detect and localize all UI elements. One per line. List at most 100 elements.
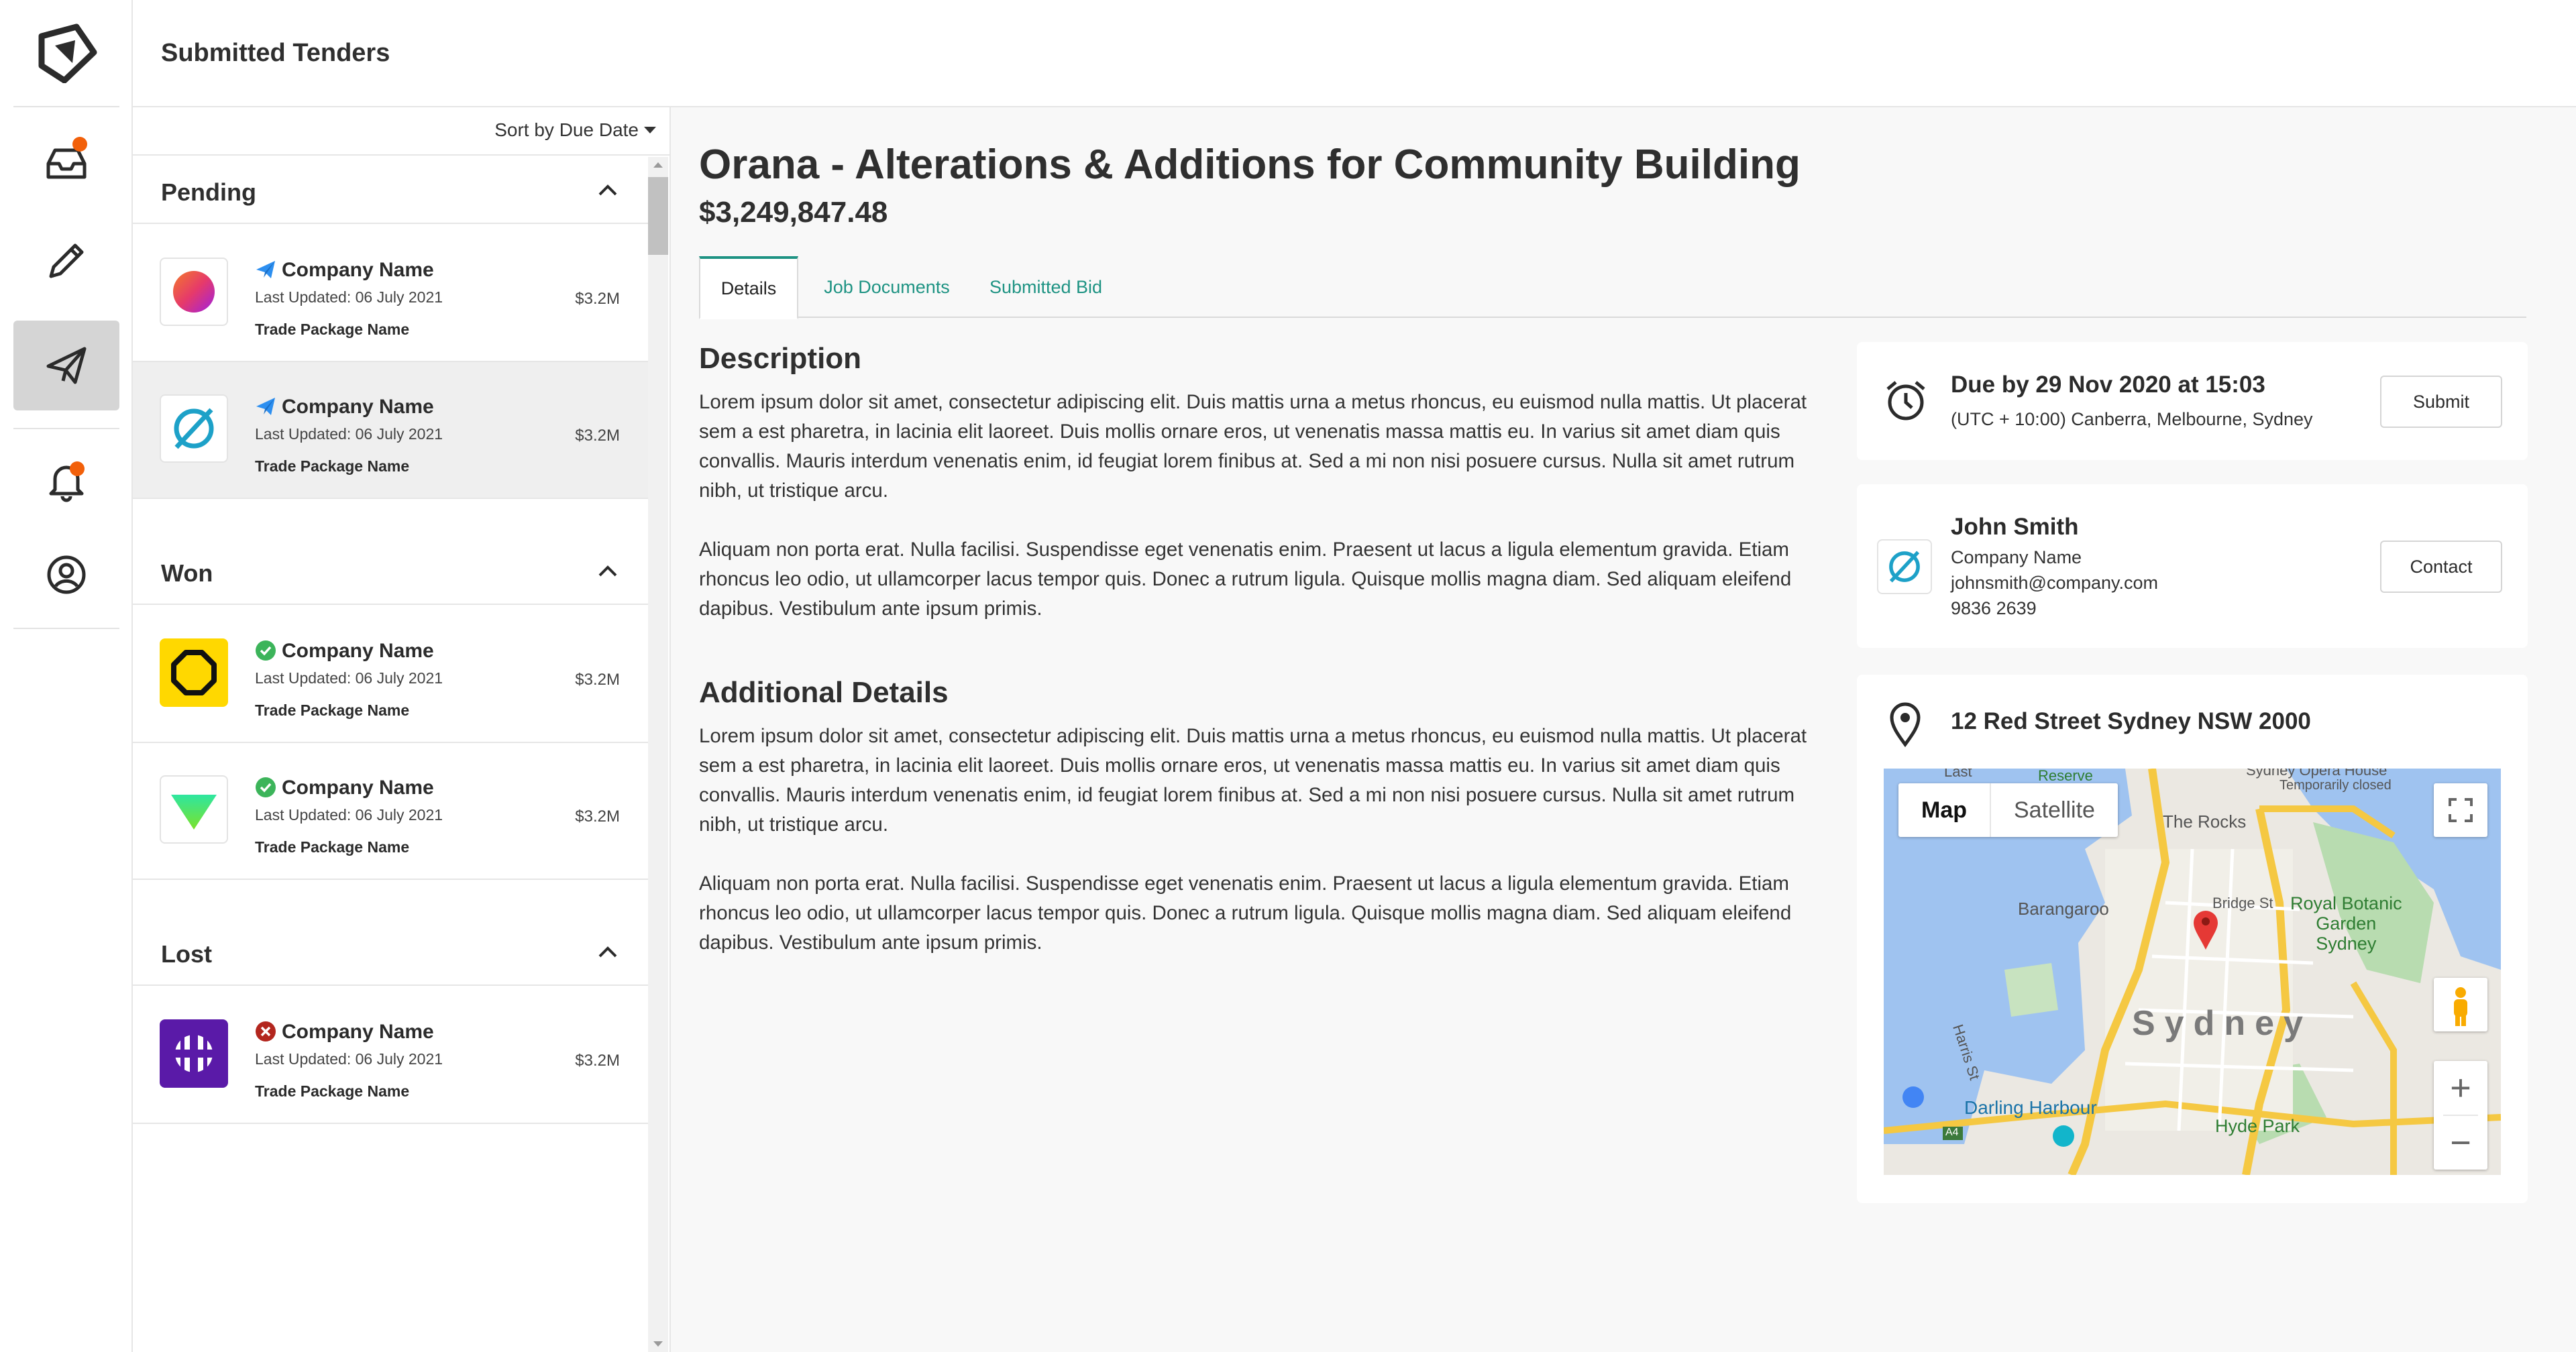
additional-details-heading: Additional Details xyxy=(699,676,949,709)
section-header-won[interactable]: Won xyxy=(133,538,648,605)
nav-account[interactable] xyxy=(13,530,119,620)
map-label: The Rocks xyxy=(2163,811,2247,832)
contact-phone[interactable]: 9836 2639 xyxy=(1951,598,2037,619)
tab-job-documents[interactable]: Job Documents xyxy=(813,256,961,318)
inbox-badge xyxy=(72,137,87,152)
description-heading: Description xyxy=(699,342,862,375)
due-date: Due by 29 Nov 2020 at 15:03 xyxy=(1951,372,2265,398)
empty-set-logo-icon xyxy=(1889,551,1920,583)
submit-button[interactable]: Submit xyxy=(2380,376,2502,428)
zoom-out-button[interactable]: − xyxy=(2434,1116,2487,1170)
map-pin-icon xyxy=(1890,702,1921,747)
trade-package-name: Trade Package Name xyxy=(255,457,410,475)
company-logo xyxy=(160,1019,228,1088)
nav-divider xyxy=(13,628,119,629)
map-label: Temporarily closed xyxy=(2279,778,2392,793)
map-label: Royal Botanic Garden Sydney xyxy=(2290,893,2402,954)
trade-package-name: Trade Package Name xyxy=(255,321,410,338)
due-timezone: (UTC + 10:00) Canberra, Melbourne, Sydne… xyxy=(1951,409,2313,429)
location-card: 12 Red Street Sydney NSW 2000 Last Reser… xyxy=(1857,675,2528,1203)
contact-card: John Smith Company Name johnsmith@compan… xyxy=(1857,484,2528,648)
sort-dropdown[interactable]: Sort by Due Date xyxy=(494,119,656,141)
trade-package-name: Trade Package Name xyxy=(255,1082,410,1100)
contact-company: Company Name xyxy=(1951,547,2082,567)
nav-edit[interactable] xyxy=(13,216,119,306)
pencil-icon xyxy=(49,243,84,278)
fullscreen-button[interactable] xyxy=(2434,783,2487,837)
section-label: Lost xyxy=(161,940,212,968)
map-label: Last xyxy=(1944,769,1972,780)
triangle-logo-icon xyxy=(171,795,217,830)
location-map[interactable]: Last Reserve Sydney Opera House Temporar… xyxy=(1884,769,2501,1175)
tender-list-pane: Sort by Due Date Pending Company Name La… xyxy=(133,107,671,1352)
map-type-map-button[interactable]: Map xyxy=(1898,783,1991,837)
map-label: Barangaroo xyxy=(2018,899,2109,919)
map-type-control: Map Satellite xyxy=(1898,783,2118,837)
company-name: Company Name xyxy=(282,1021,434,1043)
notifications-badge xyxy=(70,461,85,476)
alarm-clock-icon xyxy=(1886,381,1925,420)
section-label: Won xyxy=(161,559,213,587)
job-value: $3,249,847.48 xyxy=(699,196,888,229)
additional-details-paragraph: Aliquam non porta erat. Nulla facilisi. … xyxy=(699,872,1792,954)
nav-inbox[interactable] xyxy=(13,118,119,208)
sort-bar: Sort by Due Date xyxy=(133,107,669,156)
tender-value: $3.2M xyxy=(575,671,620,689)
nav-rail xyxy=(0,0,133,1352)
octagon-logo-icon xyxy=(171,650,217,695)
sort-label: Sort by Due Date xyxy=(494,119,639,140)
scroll-down-arrow-icon[interactable] xyxy=(653,1341,663,1347)
list-scrollbar[interactable] xyxy=(648,157,668,1352)
nav-submitted[interactable] xyxy=(13,321,119,410)
tab-details[interactable]: Details xyxy=(699,256,798,319)
paper-plane-icon xyxy=(46,347,87,384)
map-label: A4 xyxy=(1945,1127,1959,1138)
tender-detail: Orana - Alterations & Additions for Comm… xyxy=(671,107,2576,1352)
section-header-lost[interactable]: Lost xyxy=(133,919,648,986)
nav-notifications[interactable] xyxy=(13,436,119,526)
contact-button[interactable]: Contact xyxy=(2380,541,2502,593)
nav-divider xyxy=(13,428,119,429)
due-date-card: Due by 29 Nov 2020 at 15:03 (UTC + 10:00… xyxy=(1857,342,2528,460)
tender-list-item[interactable]: Company Name Last Updated: 06 July 2021 … xyxy=(133,225,648,362)
tender-list-item[interactable]: Company Name Last Updated: 06 July 2021 … xyxy=(133,987,648,1124)
zoom-in-button[interactable]: + xyxy=(2434,1061,2487,1115)
company-name: Company Name xyxy=(282,777,434,799)
company-logo xyxy=(160,258,228,326)
contact-company-logo xyxy=(1877,539,1932,594)
tender-list-item[interactable]: Company Name Last Updated: 06 July 2021 … xyxy=(133,606,648,743)
chevron-up-icon[interactable] xyxy=(594,177,621,204)
chevron-up-icon[interactable] xyxy=(594,558,621,585)
map-label: Hyde Park xyxy=(2215,1116,2300,1136)
tender-list-item[interactable]: Company Name Last Updated: 06 July 2021 … xyxy=(133,743,648,880)
company-name: Company Name xyxy=(282,259,434,281)
paper-plane-icon xyxy=(256,398,275,415)
tender-value: $3.2M xyxy=(575,290,620,308)
scroll-up-arrow-icon[interactable] xyxy=(653,162,663,168)
description-paragraph: Lorem ipsum dolor sit amet, consectetur … xyxy=(699,391,1807,502)
app-logo-icon[interactable] xyxy=(35,23,99,83)
map-label: Bridge St xyxy=(2212,895,2273,911)
x-circle-icon xyxy=(256,1021,276,1041)
page-title: Submitted Tenders xyxy=(161,39,390,67)
company-logo xyxy=(160,775,228,844)
company-name: Company Name xyxy=(282,396,434,418)
paper-plane-icon xyxy=(256,261,275,278)
scrollbar-thumb[interactable] xyxy=(648,177,668,255)
street-view-button[interactable] xyxy=(2434,978,2487,1031)
map-label: Sydney xyxy=(2132,1004,2312,1043)
gradient-circle-logo-icon xyxy=(173,271,215,313)
section-label: Pending xyxy=(161,178,256,206)
contact-email[interactable]: johnsmith@company.com xyxy=(1951,573,2158,594)
section-header-pending[interactable]: Pending xyxy=(133,157,648,224)
trade-package-name: Trade Package Name xyxy=(255,701,410,719)
pegman-icon xyxy=(2454,987,2467,1026)
chevron-up-icon[interactable] xyxy=(594,939,621,966)
map-type-satellite-button[interactable]: Satellite xyxy=(1991,783,2118,837)
tab-submitted-bid[interactable]: Submitted Bid xyxy=(974,256,1118,318)
tender-list-item[interactable]: Company Name Last Updated: 06 July 2021 … xyxy=(133,362,648,499)
site-address: 12 Red Street Sydney NSW 2000 xyxy=(1951,708,2311,734)
last-updated: Last Updated: 06 July 2021 xyxy=(255,288,443,306)
company-logo xyxy=(160,394,228,463)
trade-package-name: Trade Package Name xyxy=(255,838,410,856)
